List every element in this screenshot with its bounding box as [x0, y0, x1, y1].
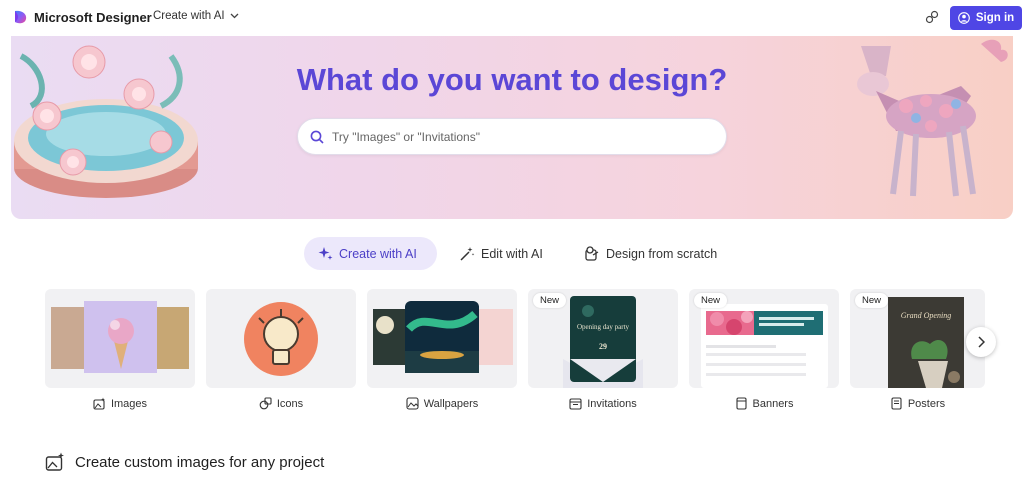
card-label-posters[interactable]: Posters — [850, 397, 985, 410]
tab-design-from-scratch[interactable]: Design from scratch — [584, 237, 717, 270]
tab-edit-with-ai[interactable]: Edit with AI — [459, 237, 543, 270]
invitation-date: 29 — [599, 342, 607, 351]
poster-icon — [891, 397, 902, 410]
top-bar: Microsoft Designer Create with AI Sign i… — [0, 0, 1024, 36]
brand-name[interactable]: Microsoft Designer — [34, 10, 152, 25]
card-icons[interactable] — [206, 289, 356, 388]
lightbulb-thumbnail — [244, 302, 318, 376]
card-label-text: Icons — [276, 397, 304, 410]
magic-wand-icon — [460, 246, 475, 261]
image-sparkle-icon — [45, 452, 64, 471]
card-label-text: Invitations — [587, 397, 637, 410]
category-carousel: Images Icons Wallpapers Opening day part… — [45, 289, 985, 419]
designer-logo-icon[interactable] — [12, 9, 28, 25]
new-badge: New — [533, 293, 567, 308]
search-input[interactable] — [332, 129, 702, 144]
poster-text: Grand Opening — [900, 311, 952, 320]
hero-title: What do you want to design? — [296, 62, 728, 97]
section-heading: Create custom images for any project — [45, 452, 324, 472]
card-label-images[interactable]: Images — [45, 397, 195, 410]
tab-create-with-ai[interactable]: Create with AI — [304, 237, 437, 270]
card-banners[interactable]: New — [689, 289, 839, 388]
card-label-text: Banners — [752, 397, 794, 410]
calendar-card-icon — [569, 398, 582, 410]
section-title: Create custom images for any project — [75, 453, 325, 471]
card-label-invitations[interactable]: Invitations — [528, 397, 678, 410]
design-canvas-icon — [585, 245, 599, 261]
sparkle-icon — [318, 247, 333, 260]
card-label-icons[interactable]: Icons — [206, 397, 356, 410]
tab-label: Edit with AI — [481, 246, 543, 261]
chevron-down-icon — [230, 13, 239, 19]
card-label-wallpapers[interactable]: Wallpapers — [367, 397, 517, 410]
mode-tabs: Create with AI Edit with AI Design from … — [0, 237, 1024, 271]
card-label-text: Images — [110, 397, 148, 410]
sign-in-button[interactable]: Sign in — [950, 6, 1022, 30]
invitation-text: Opening day party — [576, 323, 630, 331]
share-icon[interactable] — [924, 9, 940, 25]
card-posters[interactable]: Grand Opening New — [850, 289, 985, 388]
icons-category-icon — [259, 397, 272, 410]
hero-banner: What do you want to design? — [11, 36, 1013, 219]
card-invitations[interactable]: Opening day party 29 New — [528, 289, 678, 388]
create-menu-label: Create with AI — [153, 10, 225, 22]
wallpapers-thumbnail — [373, 301, 513, 373]
banner-icon — [735, 397, 747, 410]
card-wallpapers[interactable] — [367, 289, 517, 388]
create-with-ai-menu[interactable]: Create with AI — [153, 10, 239, 22]
new-badge: New — [855, 293, 889, 308]
tab-label: Design from scratch — [606, 246, 718, 261]
carousel-next-button[interactable] — [966, 327, 996, 357]
card-images[interactable] — [45, 289, 195, 388]
new-badge: New — [694, 293, 728, 308]
tab-label: Create with AI — [339, 246, 417, 261]
user-icon — [957, 12, 970, 24]
image-sparkle-icon — [93, 397, 105, 410]
images-thumbnail — [51, 301, 189, 373]
search-bar[interactable] — [297, 118, 727, 155]
wallpaper-icon — [406, 397, 419, 410]
search-icon — [310, 130, 324, 144]
card-label-text: Posters — [907, 397, 946, 410]
chevron-right-icon — [978, 336, 985, 348]
card-label-banners[interactable]: Banners — [689, 397, 839, 410]
sign-in-label: Sign in — [975, 12, 1015, 24]
card-label-text: Wallpapers — [423, 397, 479, 410]
